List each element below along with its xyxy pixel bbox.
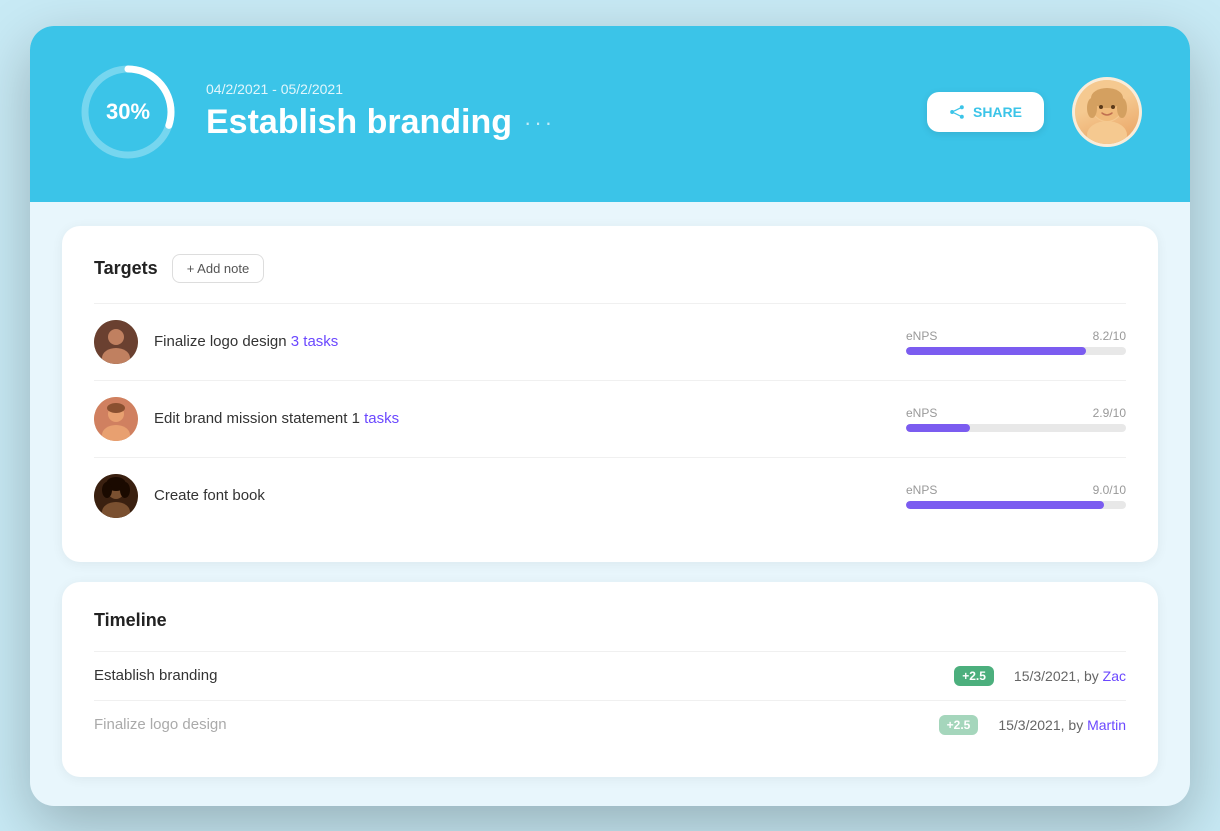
add-note-button[interactable]: + Add note bbox=[172, 254, 265, 283]
header: 30% 04/2/2021 - 05/2/2021 Establish bran… bbox=[30, 26, 1190, 202]
timeline-row: Finalize logo design +2.5 15/3/2021, by … bbox=[94, 700, 1126, 749]
enps-bar-fill-3 bbox=[906, 501, 1104, 509]
targets-card: Targets + Add note Finalize logo design … bbox=[62, 226, 1158, 562]
targets-card-header: Targets + Add note bbox=[94, 254, 1126, 283]
progress-circle: 30% bbox=[78, 62, 178, 162]
enps-bar-bg-1 bbox=[906, 347, 1126, 355]
enps-bar-bg-3 bbox=[906, 501, 1126, 509]
target-label-2: Edit brand mission statement 1 tasks bbox=[154, 410, 890, 427]
target-row: Finalize logo design 3 tasks eNPS 8.2/10 bbox=[94, 303, 1126, 380]
timeline-date-2: 15/3/2021, by Martin bbox=[978, 717, 1126, 733]
share-label: SHARE bbox=[973, 104, 1022, 120]
avatar-image bbox=[1075, 80, 1139, 144]
enps-section-1: eNPS 8.2/10 bbox=[906, 329, 1126, 355]
enps-score-2: 2.9/10 bbox=[1093, 406, 1126, 420]
enps-section-3: eNPS 9.0/10 bbox=[906, 483, 1126, 509]
enps-bar-fill-2 bbox=[906, 424, 970, 432]
timeline-item-label-2: Finalize logo design bbox=[94, 716, 929, 733]
timeline-badge-1: +2.5 bbox=[954, 666, 994, 686]
header-info: 04/2/2021 - 05/2/2021 Establish branding… bbox=[206, 81, 899, 142]
header-date: 04/2/2021 - 05/2/2021 bbox=[206, 81, 899, 97]
timeline-card: Timeline Establish branding +2.5 15/3/20… bbox=[62, 582, 1158, 777]
timeline-title: Timeline bbox=[94, 610, 167, 631]
timeline-by-name-2: Martin bbox=[1087, 717, 1126, 733]
timeline-card-header: Timeline bbox=[94, 610, 1126, 631]
target-row: Create font book eNPS 9.0/10 bbox=[94, 457, 1126, 534]
targets-title: Targets bbox=[94, 258, 158, 279]
timeline-row: Establish branding +2.5 15/3/2021, by Za… bbox=[94, 651, 1126, 700]
enps-label-3: eNPS bbox=[906, 483, 937, 497]
target-link-2[interactable]: tasks bbox=[364, 410, 399, 427]
enps-section-2: eNPS 2.9/10 bbox=[906, 406, 1126, 432]
page-title: Establish branding bbox=[206, 103, 512, 142]
timeline-date-1: 15/3/2021, by Zac bbox=[994, 668, 1126, 684]
enps-score-1: 8.2/10 bbox=[1093, 329, 1126, 343]
app-window: 30% 04/2/2021 - 05/2/2021 Establish bran… bbox=[30, 26, 1190, 806]
target-avatar-2 bbox=[94, 397, 138, 441]
enps-bar-fill-1 bbox=[906, 347, 1086, 355]
timeline-by-name-1: Zac bbox=[1103, 668, 1126, 684]
target-label-3: Create font book bbox=[154, 487, 890, 504]
target-label-1: Finalize logo design 3 tasks bbox=[154, 333, 890, 350]
share-button[interactable]: SHARE bbox=[927, 92, 1044, 132]
timeline-item-label-1: Establish branding bbox=[94, 667, 944, 684]
enps-score-3: 9.0/10 bbox=[1093, 483, 1126, 497]
user-avatar[interactable] bbox=[1072, 77, 1142, 147]
progress-percent: 30% bbox=[106, 99, 150, 125]
enps-bar-bg-2 bbox=[906, 424, 1126, 432]
target-avatar-1 bbox=[94, 320, 138, 364]
target-avatar-3 bbox=[94, 474, 138, 518]
target-link-1[interactable]: 3 tasks bbox=[291, 333, 339, 350]
timeline-badge-2: +2.5 bbox=[939, 715, 979, 735]
target-row: Edit brand mission statement 1 tasks eNP… bbox=[94, 380, 1126, 457]
body-content: Targets + Add note Finalize logo design … bbox=[30, 202, 1190, 801]
enps-label-1: eNPS bbox=[906, 329, 937, 343]
enps-label-2: eNPS bbox=[906, 406, 937, 420]
header-title-row: Establish branding ··· bbox=[206, 103, 899, 142]
share-icon bbox=[949, 104, 965, 120]
more-options-button[interactable]: ··· bbox=[524, 110, 555, 136]
